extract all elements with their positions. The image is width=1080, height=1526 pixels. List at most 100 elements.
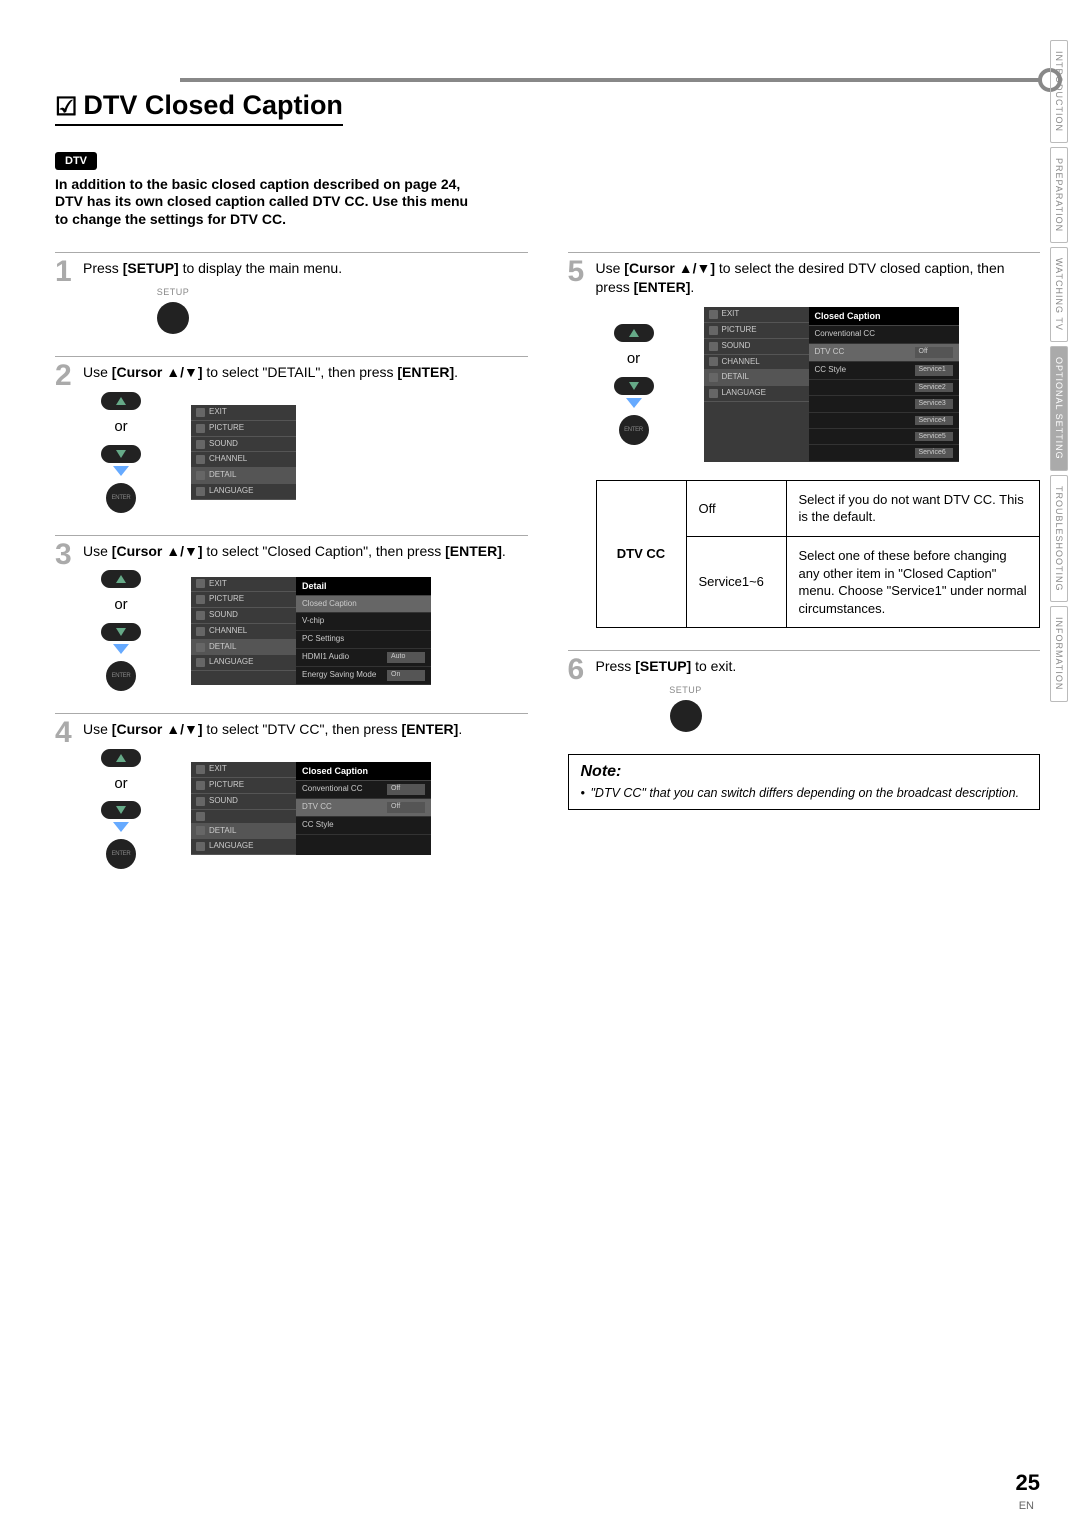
or-text: or [627, 349, 640, 369]
step4-t1: Use [83, 721, 112, 737]
step-num-6: 6 [568, 653, 585, 687]
step-2: 2 Use [Cursor ▲/▼] to select "DETAIL", t… [55, 356, 528, 512]
sound-icon [196, 797, 205, 806]
step6-t1: Press [596, 658, 636, 674]
osd-cc-panel-5: EXIT PICTURE SOUND CHANNEL DETAIL LANGUA… [704, 307, 959, 462]
panel-title: Closed Caption [296, 762, 431, 781]
arrow-down-icon [113, 822, 129, 832]
step3-t3: . [502, 543, 506, 559]
note-heading: Note: [581, 763, 1028, 781]
osd-picture: PICTURE [191, 421, 296, 437]
osd-picture: PICTURE [704, 323, 809, 339]
osd-language: LANGUAGE [704, 386, 809, 402]
title-text: DTV Closed Caption [83, 90, 343, 120]
osd-channel [191, 810, 296, 824]
step5-b2: [ENTER] [634, 279, 691, 295]
desc-service: Select one of these before changing any … [786, 536, 1040, 627]
detail-icon [196, 826, 205, 835]
step-3: 3 Use [Cursor ▲/▼] to select "Closed Cap… [55, 535, 528, 691]
row-s3: Service3 [809, 396, 959, 412]
cursor-down-icon [101, 445, 141, 463]
step-num-3: 3 [55, 538, 72, 572]
or-text: or [114, 774, 127, 794]
enter-button-icon: ENTER [619, 415, 649, 445]
osd-channel: CHANNEL [191, 624, 296, 640]
arrow-down-icon [113, 466, 129, 476]
step5-t1: Use [596, 260, 625, 276]
setup-label: SETUP [666, 684, 706, 696]
enter-label: ENTER [112, 494, 131, 502]
language-icon [196, 658, 205, 667]
step1-text: Press [83, 260, 123, 276]
step-num-2: 2 [55, 359, 72, 393]
row-s5: Service5 [809, 429, 959, 445]
osd-detail: DETAIL [191, 824, 296, 840]
picture-icon [196, 781, 205, 790]
exit-icon [196, 408, 205, 417]
check-icon: ☑ [55, 92, 77, 122]
step5-b1: [Cursor ▲/▼] [624, 260, 715, 276]
picture-icon [709, 326, 718, 335]
osd-language: LANGUAGE [191, 484, 296, 500]
osd-sound: SOUND [704, 339, 809, 355]
step-num-5: 5 [568, 255, 585, 289]
row-energy: Energy Saving ModeOn [296, 667, 431, 685]
page-number: 25 [1016, 1470, 1040, 1496]
arrow-down-icon [626, 398, 642, 408]
exit-icon [709, 310, 718, 319]
row-vchip: V-chip [296, 613, 431, 631]
step2-t2: to select "DETAIL", then press [203, 364, 398, 380]
enter-button-icon: ENTER [106, 483, 136, 513]
osd-detail: DETAIL [704, 370, 809, 386]
desc-off: Select if you do not want DTV CC. This i… [786, 480, 1040, 536]
or-text: or [114, 417, 127, 437]
step5-t3: . [690, 279, 694, 295]
osd-sound: SOUND [191, 794, 296, 810]
picture-icon [196, 595, 205, 604]
step4-b1: [Cursor ▲/▼] [112, 721, 203, 737]
intro-text: In addition to the basic closed caption … [55, 176, 475, 229]
row-conv-cc: Conventional CCOff [296, 781, 431, 799]
detail-icon [196, 643, 205, 652]
step-5: 5 Use [Cursor ▲/▼] to select the desired… [568, 252, 1041, 628]
osd-menu: EXIT PICTURE SOUND CHANNEL DETAIL LANGUA… [191, 405, 296, 500]
cursor-down-icon [101, 801, 141, 819]
osd-channel: CHANNEL [191, 452, 296, 468]
language-icon [196, 842, 205, 851]
step1-setup: [SETUP] [123, 260, 179, 276]
language-icon [196, 487, 205, 496]
step3-b2: [ENTER] [445, 543, 502, 559]
osd-exit: EXIT [191, 762, 296, 778]
channel-icon [196, 812, 205, 821]
step-1: 1 Press [SETUP] to display the main menu… [55, 252, 528, 334]
row-cc-style: CC StyleService1 [809, 362, 959, 380]
sound-icon [709, 342, 718, 351]
arrow-down-icon [113, 644, 129, 654]
step3-t1: Use [83, 543, 112, 559]
page-lang: EN [1019, 1500, 1034, 1512]
panel-title: Closed Caption [809, 307, 959, 326]
setup-label: SETUP [153, 286, 193, 298]
row-pc: PC Settings [296, 631, 431, 649]
row-dtv-cc: DTV CCOff [809, 344, 959, 362]
or-text: or [114, 595, 127, 615]
cursor-down-icon [614, 377, 654, 395]
row-hdmi: HDMI1 AudioAuto [296, 649, 431, 667]
remote-buttons: or ENTER [614, 324, 654, 444]
row-cc-style: CC Style [296, 817, 431, 835]
step3-b1: [Cursor ▲/▼] [112, 543, 203, 559]
osd-detail-panel: EXIT PICTURE SOUND CHANNEL DETAIL LANGUA… [191, 577, 431, 685]
step2-t1: Use [83, 364, 112, 380]
step3-t2: to select "Closed Caption", then press [203, 543, 446, 559]
cursor-down-icon [101, 623, 141, 641]
row-s4: Service4 [809, 413, 959, 429]
channel-icon [196, 627, 205, 636]
dtv-badge: DTV [55, 152, 97, 170]
step2-b1: [Cursor ▲/▼] [112, 364, 203, 380]
osd-sound: SOUND [191, 437, 296, 453]
channel-icon [709, 357, 718, 366]
step2-b2: [ENTER] [397, 364, 454, 380]
enter-button-icon: ENTER [106, 839, 136, 869]
step4-b2: [ENTER] [402, 721, 459, 737]
step6-t2: to exit. [691, 658, 736, 674]
